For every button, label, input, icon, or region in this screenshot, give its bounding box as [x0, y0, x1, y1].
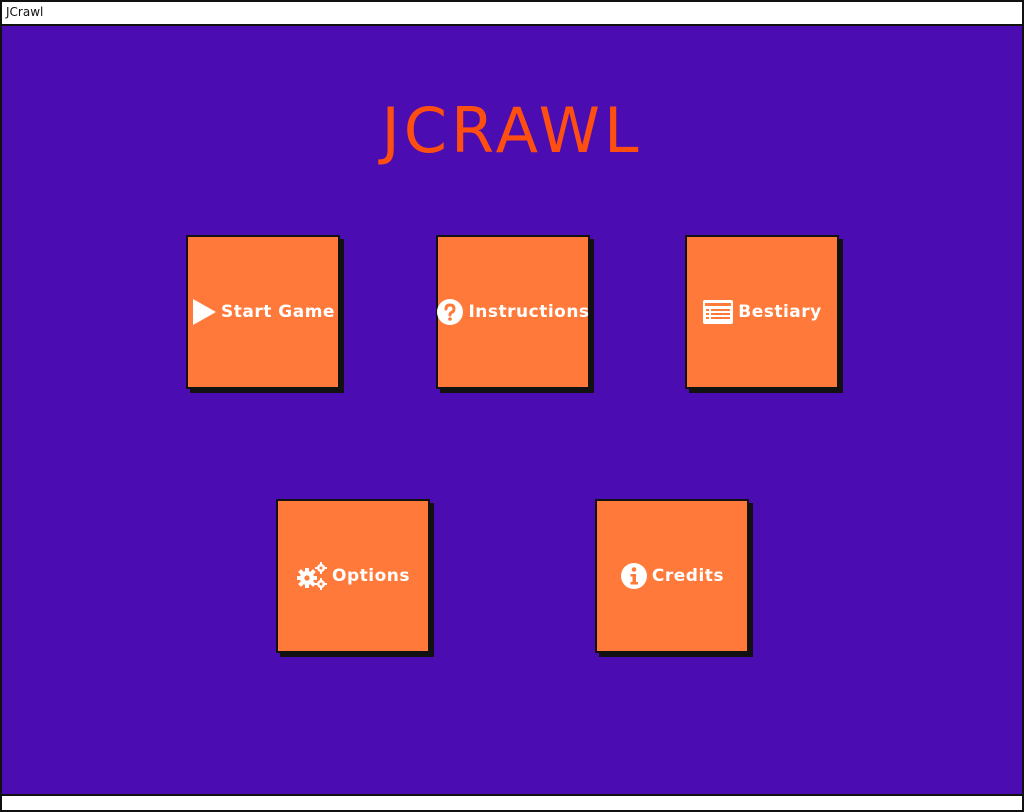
title-bar: JCrawl	[2, 2, 1022, 26]
start-game-button[interactable]: Start Game	[186, 235, 340, 389]
credits-label: Credits	[651, 566, 725, 586]
gears-icon	[296, 561, 328, 591]
list-card-icon	[702, 299, 734, 325]
info-circle-icon	[620, 562, 648, 590]
options-button-content: Options	[296, 561, 410, 591]
game-title: JCRAWL	[381, 94, 643, 167]
app-window: JCrawl JCRAWL Start Game Instructions Be…	[0, 0, 1024, 812]
question-circle-icon	[436, 298, 464, 326]
options-label: Options	[332, 566, 410, 586]
start-game-label: Start Game	[221, 302, 335, 322]
main-menu-screen: JCRAWL Start Game Instructions Bestiary …	[2, 26, 1022, 796]
window-title: JCrawl	[6, 5, 44, 19]
bestiary-label: Bestiary	[738, 302, 822, 322]
credits-button-content: Credits	[620, 562, 724, 590]
bestiary-button-content: Bestiary	[702, 299, 822, 325]
play-icon	[191, 298, 217, 326]
bestiary-button[interactable]: Bestiary	[685, 235, 839, 389]
options-button[interactable]: Options	[276, 499, 430, 653]
credits-button[interactable]: Credits	[595, 499, 749, 653]
instructions-label: Instructions	[468, 302, 590, 322]
status-bar	[2, 796, 1022, 810]
start-game-button-content: Start Game	[191, 298, 335, 326]
instructions-button[interactable]: Instructions	[436, 235, 590, 389]
instructions-button-content: Instructions	[436, 298, 589, 326]
